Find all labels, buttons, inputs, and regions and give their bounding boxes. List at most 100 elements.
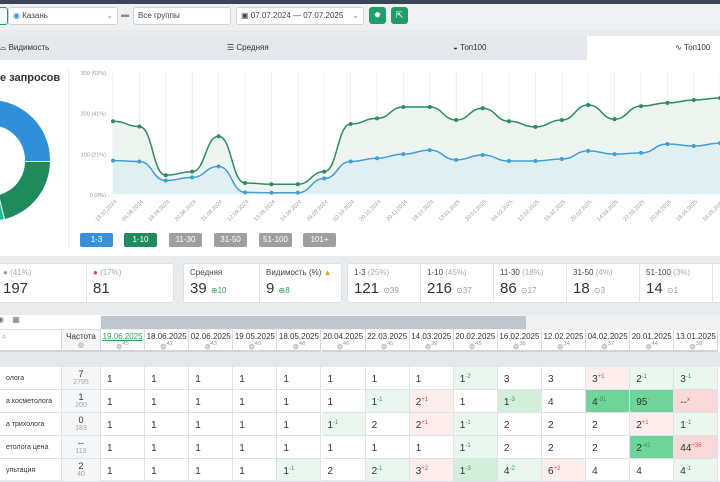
position-cell[interactable]: 2-1 bbox=[630, 367, 675, 390]
date-column-header[interactable]: 20.02.2025 ◍45 bbox=[453, 330, 498, 352]
position-cell[interactable]: 1 bbox=[321, 367, 366, 390]
position-cell[interactable]: 4 bbox=[542, 390, 587, 413]
position-cell[interactable]: 4 bbox=[630, 459, 675, 482]
position-cell[interactable]: 2 bbox=[497, 413, 542, 436]
position-cell[interactable]: 1 bbox=[321, 436, 366, 459]
dropdown-partial[interactable] bbox=[0, 7, 8, 25]
tab-top100[interactable]: ◒ Топ100 bbox=[453, 36, 486, 60]
position-cell[interactable]: 3+2 bbox=[409, 459, 454, 482]
date-column-header[interactable]: 14.03.2025 ◍39 bbox=[409, 330, 454, 352]
position-cell[interactable]: 3 bbox=[542, 367, 587, 390]
position-cell[interactable]: 1 bbox=[277, 413, 322, 436]
keyword-cell[interactable]: а трихолога bbox=[0, 413, 62, 436]
position-cell[interactable]: 3-1 bbox=[674, 367, 719, 390]
position-cell[interactable]: 3+1 bbox=[586, 367, 631, 390]
position-cell[interactable]: 1 bbox=[145, 413, 190, 436]
date-column-header[interactable]: 19.06.2025 ◍45 bbox=[101, 330, 146, 352]
position-cell[interactable]: 1 bbox=[233, 367, 278, 390]
date-column-header[interactable]: 18.05.2025 ◍48 bbox=[277, 330, 322, 352]
position-cell[interactable]: 1-1 bbox=[453, 436, 498, 459]
frequency-header[interactable]: Частота ◍ bbox=[62, 330, 101, 352]
date-column-header[interactable]: 22.03.2025 ◍45 bbox=[365, 330, 410, 352]
position-cell[interactable]: 1 bbox=[189, 390, 234, 413]
range-button-101+[interactable]: 101+ bbox=[303, 233, 336, 247]
position-cell[interactable]: 1 bbox=[233, 436, 278, 459]
position-cell[interactable]: 2 bbox=[497, 436, 542, 459]
position-cell[interactable]: --x bbox=[674, 390, 719, 413]
position-cell[interactable]: 2 bbox=[586, 436, 631, 459]
tab-visibility[interactable]: ⌓ Видимость bbox=[0, 36, 49, 60]
position-cell[interactable]: 1 bbox=[321, 390, 366, 413]
position-cell[interactable]: 2 bbox=[321, 459, 366, 482]
position-cell[interactable]: 1 bbox=[233, 413, 278, 436]
position-cell[interactable]: 4-91 bbox=[586, 390, 631, 413]
position-cell[interactable]: 1 bbox=[189, 459, 234, 482]
position-cell[interactable]: 2-42 bbox=[630, 436, 675, 459]
position-cell[interactable]: 1 bbox=[101, 367, 146, 390]
position-cell[interactable]: 4 bbox=[586, 459, 631, 482]
range-button-51-100[interactable]: 51-100 bbox=[259, 233, 292, 247]
position-cell[interactable]: 1-1 bbox=[674, 413, 719, 436]
tab-average[interactable]: ☰ Средняя bbox=[227, 36, 269, 60]
position-cell[interactable]: 1 bbox=[101, 413, 146, 436]
position-cell[interactable]: 1 bbox=[277, 367, 322, 390]
position-cell[interactable]: 1 bbox=[189, 367, 234, 390]
position-cell[interactable]: 1-3 bbox=[453, 459, 498, 482]
date-column-header[interactable]: 18.06.2025 ◍42 bbox=[145, 330, 190, 352]
group-select[interactable]: Все группы bbox=[133, 7, 231, 25]
position-cell[interactable]: 1 bbox=[409, 367, 454, 390]
position-cell[interactable]: 1-1 bbox=[321, 413, 366, 436]
position-cell[interactable]: 44+36 bbox=[674, 436, 719, 459]
date-column-header[interactable]: 13.01.2025 ◍38 bbox=[674, 330, 719, 352]
keyword-cell[interactable]: олога bbox=[0, 367, 62, 390]
position-cell[interactable]: 1 bbox=[101, 459, 146, 482]
position-cell[interactable]: 1 bbox=[145, 367, 190, 390]
position-cell[interactable]: 1 bbox=[145, 459, 190, 482]
position-cell[interactable]: 95- bbox=[630, 390, 675, 413]
scrollbar-thumb[interactable] bbox=[101, 316, 526, 329]
position-cell[interactable]: 4-2 bbox=[497, 459, 542, 482]
position-cell[interactable]: 2 bbox=[542, 413, 587, 436]
position-cell[interactable]: 3 bbox=[497, 367, 542, 390]
position-cell[interactable]: 1 bbox=[145, 436, 190, 459]
position-cell[interactable]: 1 bbox=[189, 413, 234, 436]
keyword-cell[interactable]: ультация bbox=[0, 459, 62, 482]
position-cell[interactable]: 4-1 bbox=[674, 459, 719, 482]
position-cell[interactable]: 1 bbox=[365, 436, 410, 459]
folder-icon[interactable]: ▦ bbox=[12, 315, 20, 324]
date-column-header[interactable]: 02.06.2025 ◍43 bbox=[189, 330, 234, 352]
position-cell[interactable]: 1-1 bbox=[453, 413, 498, 436]
position-cell[interactable]: 1-1 bbox=[365, 390, 410, 413]
date-column-header[interactable]: 16.02.2025 ◍38 bbox=[497, 330, 542, 352]
position-cell[interactable]: 2+1 bbox=[409, 413, 454, 436]
position-cell[interactable]: 2-1 bbox=[365, 459, 410, 482]
range-button-31-50[interactable]: 31-50 bbox=[214, 233, 247, 247]
position-cell[interactable]: 2+1 bbox=[409, 390, 454, 413]
city-select[interactable]: ◉ Казань ⌄ bbox=[8, 7, 118, 25]
date-column-header[interactable]: 04.02.2025 ◍37 bbox=[586, 330, 631, 352]
position-cell[interactable]: 1-2 bbox=[453, 367, 498, 390]
position-cell[interactable]: 1 bbox=[277, 436, 322, 459]
position-cell[interactable]: 1 bbox=[101, 390, 146, 413]
position-cell[interactable]: 2+1 bbox=[630, 413, 675, 436]
range-button-1-10[interactable]: 1-10 bbox=[124, 233, 157, 247]
settings-button[interactable]: ✹ bbox=[369, 7, 386, 24]
position-cell[interactable]: 1 bbox=[409, 436, 454, 459]
position-cell[interactable]: 1 bbox=[233, 459, 278, 482]
date-column-header[interactable]: 12.02.2025 ◍34 bbox=[542, 330, 587, 352]
date-column-header[interactable]: 19.05.2025 ◍49 bbox=[233, 330, 278, 352]
date-column-header[interactable]: 20.04.2025 ◍46 bbox=[321, 330, 366, 352]
date-column-header[interactable]: 20.01.2025 ◍44 bbox=[630, 330, 675, 352]
export-button[interactable]: ⇱ bbox=[391, 7, 408, 24]
position-cell[interactable]: 1 bbox=[145, 390, 190, 413]
tab-top100-dynamics[interactable]: ∿ Топ100 bbox=[675, 36, 710, 60]
position-cell[interactable]: 2 bbox=[365, 413, 410, 436]
position-cell[interactable]: 1-1 bbox=[277, 459, 322, 482]
range-button-1-3[interactable]: 1-3 bbox=[80, 233, 113, 247]
position-cell[interactable]: 2 bbox=[542, 436, 587, 459]
position-cell[interactable]: 1 bbox=[453, 390, 498, 413]
position-cell[interactable]: 1 bbox=[101, 436, 146, 459]
keyword-cell[interactable]: а косметолога bbox=[0, 390, 62, 413]
settings-icon[interactable]: ◉ bbox=[0, 315, 4, 324]
position-cell[interactable]: 2 bbox=[586, 413, 631, 436]
